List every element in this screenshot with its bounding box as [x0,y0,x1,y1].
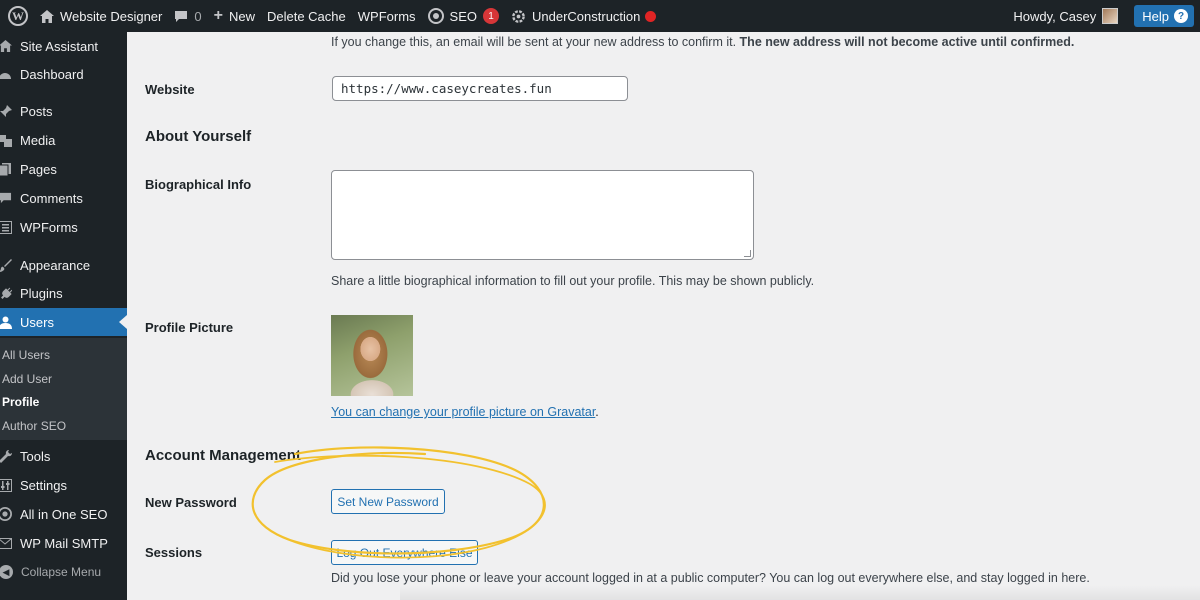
my-account-link[interactable]: Howdy, Casey [1007,0,1124,32]
bio-description: Share a little biographical information … [331,274,815,288]
sidebar-item-plugins[interactable]: Plugins [0,279,127,307]
sidebar-item-tools[interactable]: Tools [0,442,127,470]
wrench-icon [0,449,12,463]
submenu-add-user[interactable]: Add User [2,372,52,386]
home-icon [0,39,12,53]
sidebar-item-comments[interactable]: Comments [0,184,127,212]
home-icon [40,9,54,23]
submenu-all-users[interactable]: All Users [2,348,50,362]
profile-picture [331,315,413,396]
wordpress-icon: W [8,6,28,26]
seo-gear-icon [427,8,444,24]
about-yourself-heading: About Yourself [145,128,252,145]
sidebar-item-posts[interactable]: Posts [0,97,127,125]
sidebar-item-pages[interactable]: Pages [0,155,127,183]
sidebar-item-dashboard[interactable]: Dashboard [0,60,127,88]
sidebar-item-all-in-one-seo[interactable]: All in One SEO [0,500,127,528]
comments-link[interactable]: 0 [168,0,207,32]
biographical-info-textarea[interactable] [331,170,754,260]
bottom-shadow [400,585,1200,600]
user-icon [0,315,12,329]
new-content-link[interactable]: + New [208,0,261,32]
submenu-profile[interactable]: Profile [2,395,39,409]
gravatar-note: You can change your profile picture on G… [331,405,599,419]
sidebar-item-wp-mail-smtp[interactable]: WP Mail SMTP [0,529,127,557]
sidebar-item-site-assistant[interactable]: Site Assistant [0,32,127,60]
collapse-arrow-icon: ◀ [0,565,13,579]
current-menu-arrow [119,315,127,329]
form-icon [0,220,12,234]
sessions-label: Sessions [145,545,203,560]
brush-icon [0,258,12,272]
dashboard-icon [0,67,12,81]
wordpress-logo[interactable]: W [2,0,34,32]
pages-icon [0,162,12,176]
sidebar-item-appearance[interactable]: Appearance [0,251,127,279]
biographical-info-label: Biographical Info [145,177,252,192]
seo-link[interactable]: SEO 1 [422,0,505,32]
email-change-note: If you change this, an email will be sen… [331,35,1075,49]
resize-handle-icon[interactable] [744,250,751,257]
comment-icon [174,10,188,23]
submenu-author-seo[interactable]: Author SEO [2,419,66,433]
seo-icon [0,507,12,521]
sidebar-item-media[interactable]: Media [0,126,127,154]
avatar [1102,8,1119,24]
sidebar-item-settings[interactable]: Settings [0,471,127,499]
settings-icon [0,478,12,492]
help-button[interactable]: Help ? [1134,5,1194,27]
website-input[interactable]: https://www.caseycreates.fun [332,76,628,101]
comment-icon [0,191,12,205]
media-icon [0,133,12,147]
plus-icon: + [213,7,223,24]
website-label: Website [145,82,195,97]
pin-icon [0,104,12,118]
admin-sidebar: Site Assistant Dashboard Posts Media Pag… [0,32,127,600]
site-name-link[interactable]: Website Designer [34,0,168,32]
wpforms-link[interactable]: WPForms [352,0,422,32]
gear-icon [511,9,526,24]
collapse-menu-button[interactable]: ◀ Collapse Menu [0,558,127,586]
gravatar-link[interactable]: You can change your profile picture on G… [331,405,595,419]
sessions-description: Did you lose your phone or leave your ac… [331,571,1090,585]
admin-bar: W Website Designer 0 + New Delete Cache … [0,0,1200,32]
profile-picture-label: Profile Picture [145,320,234,335]
help-icon: ? [1174,9,1188,23]
mail-icon [0,536,12,550]
users-submenu: All Users Add User Profile Author SEO [0,338,127,440]
plugin-icon [0,286,12,300]
highlight-annotation [251,446,546,559]
sidebar-item-users[interactable]: Users [0,308,127,336]
underconstruction-link[interactable]: UnderConstruction [505,0,662,32]
new-password-label: New Password [145,495,237,510]
delete-cache-link[interactable]: Delete Cache [261,0,352,32]
status-dot-icon [645,10,657,22]
seo-notification-badge: 1 [483,8,499,24]
sidebar-item-wpforms[interactable]: WPForms [0,213,127,241]
